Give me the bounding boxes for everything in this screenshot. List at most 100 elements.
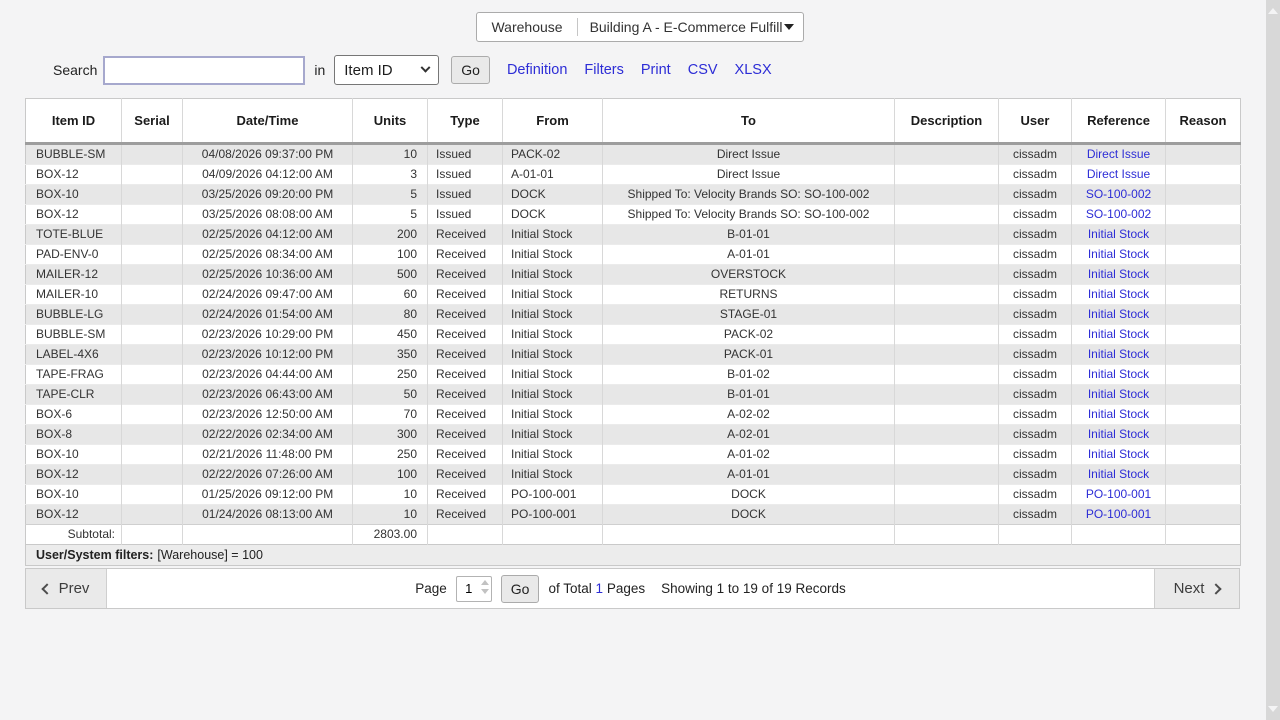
cell-reason — [1166, 285, 1241, 305]
cell-type: Issued — [428, 185, 503, 205]
reference-link[interactable]: SO-100-002 — [1086, 187, 1151, 201]
col-header-units: Units — [353, 99, 428, 144]
cell-item-id: BOX-6 — [26, 405, 122, 425]
reference-link[interactable]: Initial Stock — [1088, 407, 1149, 421]
reference-link[interactable]: Initial Stock — [1088, 247, 1149, 261]
reference-link[interactable]: Initial Stock — [1088, 427, 1149, 441]
next-page-button[interactable]: Next — [1154, 569, 1239, 608]
chevron-down-icon — [421, 62, 431, 72]
cell-reference: Initial Stock — [1072, 345, 1166, 365]
reference-link[interactable]: Initial Stock — [1088, 467, 1149, 481]
cell-serial — [122, 445, 183, 465]
reference-link[interactable]: Initial Stock — [1088, 287, 1149, 301]
cell-description — [895, 425, 999, 445]
pagination-center: Page Go of Total 1 Pages Showing 1 to 19… — [107, 569, 1154, 608]
cell-user: cissadm — [999, 225, 1072, 245]
cell-type: Issued — [428, 165, 503, 185]
col-header-user: User — [999, 99, 1072, 144]
cell-item-id: TAPE-FRAG — [26, 365, 122, 385]
filters-row: User/System filters:[Warehouse] = 100 — [26, 545, 1241, 566]
filters-link[interactable]: Filters — [584, 62, 623, 78]
cell-type: Issued — [428, 144, 503, 165]
print-link[interactable]: Print — [641, 62, 671, 78]
cell-to: Shipped To: Velocity Brands SO: SO-100-0… — [603, 185, 895, 205]
xlsx-link[interactable]: XLSX — [735, 62, 772, 78]
reference-link[interactable]: Initial Stock — [1088, 447, 1149, 461]
cell-units: 250 — [353, 365, 428, 385]
cell-units: 10 — [353, 505, 428, 525]
search-field-select[interactable]: Item ID — [334, 55, 439, 85]
cell-description — [895, 225, 999, 245]
reference-link[interactable]: Initial Stock — [1088, 327, 1149, 341]
reference-link[interactable]: Initial Stock — [1088, 267, 1149, 281]
cell-reference: Direct Issue — [1072, 144, 1166, 165]
reference-link[interactable]: PO-100-001 — [1086, 487, 1151, 501]
cell-to: B-01-02 — [603, 365, 895, 385]
prev-page-button[interactable]: Prev — [26, 569, 107, 608]
csv-link[interactable]: CSV — [688, 62, 718, 78]
cell-units: 60 — [353, 285, 428, 305]
cell-serial — [122, 465, 183, 485]
cell-reference: Initial Stock — [1072, 265, 1166, 285]
cell-description — [895, 445, 999, 465]
cell-datetime: 04/09/2026 04:12:00 AM — [183, 165, 353, 185]
spinner-down-icon[interactable] — [481, 589, 489, 594]
cell-reason — [1166, 305, 1241, 325]
reference-link[interactable]: Initial Stock — [1088, 347, 1149, 361]
col-header-reason: Reason — [1166, 99, 1241, 144]
col-header-datetime: Date/Time — [183, 99, 353, 144]
warehouse-selector[interactable]: Warehouse Building A - E-Commerce Fulfil… — [476, 12, 803, 42]
vertical-scrollbar[interactable] — [1266, 0, 1280, 720]
cell-item-id: BOX-10 — [26, 445, 122, 465]
reference-link[interactable]: Direct Issue — [1087, 167, 1150, 181]
cell-to: STAGE-01 — [603, 305, 895, 325]
cell-from: A-01-01 — [503, 165, 603, 185]
warehouse-label[interactable]: Warehouse — [477, 13, 576, 41]
cell-serial — [122, 385, 183, 405]
cell-user: cissadm — [999, 505, 1072, 525]
cell-units: 50 — [353, 385, 428, 405]
page-label: Page — [415, 581, 447, 596]
cell-description — [895, 245, 999, 265]
search-input[interactable] — [103, 56, 305, 85]
cell-item-id: BOX-12 — [26, 165, 122, 185]
search-field-select-value: Item ID — [344, 62, 392, 79]
cell-units: 80 — [353, 305, 428, 325]
scroll-down-icon[interactable] — [1268, 706, 1278, 712]
cell-type: Received — [428, 365, 503, 385]
cell-datetime: 02/23/2026 04:44:00 AM — [183, 365, 353, 385]
reference-link[interactable]: Initial Stock — [1088, 387, 1149, 401]
scroll-up-icon[interactable] — [1268, 8, 1278, 14]
search-go-button[interactable]: Go — [451, 56, 490, 84]
page-go-button[interactable]: Go — [501, 575, 540, 603]
cell-type: Received — [428, 325, 503, 345]
cell-to: Direct Issue — [603, 144, 895, 165]
page-number-spinner[interactable] — [481, 580, 489, 594]
cell-user: cissadm — [999, 285, 1072, 305]
reference-link[interactable]: PO-100-001 — [1086, 507, 1151, 521]
cell-reference: SO-100-002 — [1072, 205, 1166, 225]
cell-user: cissadm — [999, 485, 1072, 505]
reference-link[interactable]: Initial Stock — [1088, 227, 1149, 241]
cell-to: A-01-01 — [603, 465, 895, 485]
cell-user: cissadm — [999, 465, 1072, 485]
spinner-up-icon[interactable] — [481, 580, 489, 585]
cell-description — [895, 465, 999, 485]
cell-user: cissadm — [999, 445, 1072, 465]
reference-link[interactable]: SO-100-002 — [1086, 207, 1151, 221]
cell-description — [895, 365, 999, 385]
cell-user: cissadm — [999, 385, 1072, 405]
cell-serial — [122, 205, 183, 225]
cell-item-id: BUBBLE-LG — [26, 305, 122, 325]
col-header-to: To — [603, 99, 895, 144]
cell-user: cissadm — [999, 265, 1072, 285]
cell-serial — [122, 345, 183, 365]
reference-link[interactable]: Initial Stock — [1088, 307, 1149, 321]
cell-item-id: MAILER-12 — [26, 265, 122, 285]
building-dropdown[interactable]: Building A - E-Commerce Fulfill — [578, 13, 803, 41]
reference-link[interactable]: Initial Stock — [1088, 367, 1149, 381]
cell-datetime: 02/22/2026 02:34:00 AM — [183, 425, 353, 445]
reference-link[interactable]: Direct Issue — [1087, 147, 1150, 161]
definition-link[interactable]: Definition — [507, 62, 567, 78]
table-row: BOX-1204/09/2026 04:12:00 AM3IssuedA-01-… — [26, 165, 1241, 185]
